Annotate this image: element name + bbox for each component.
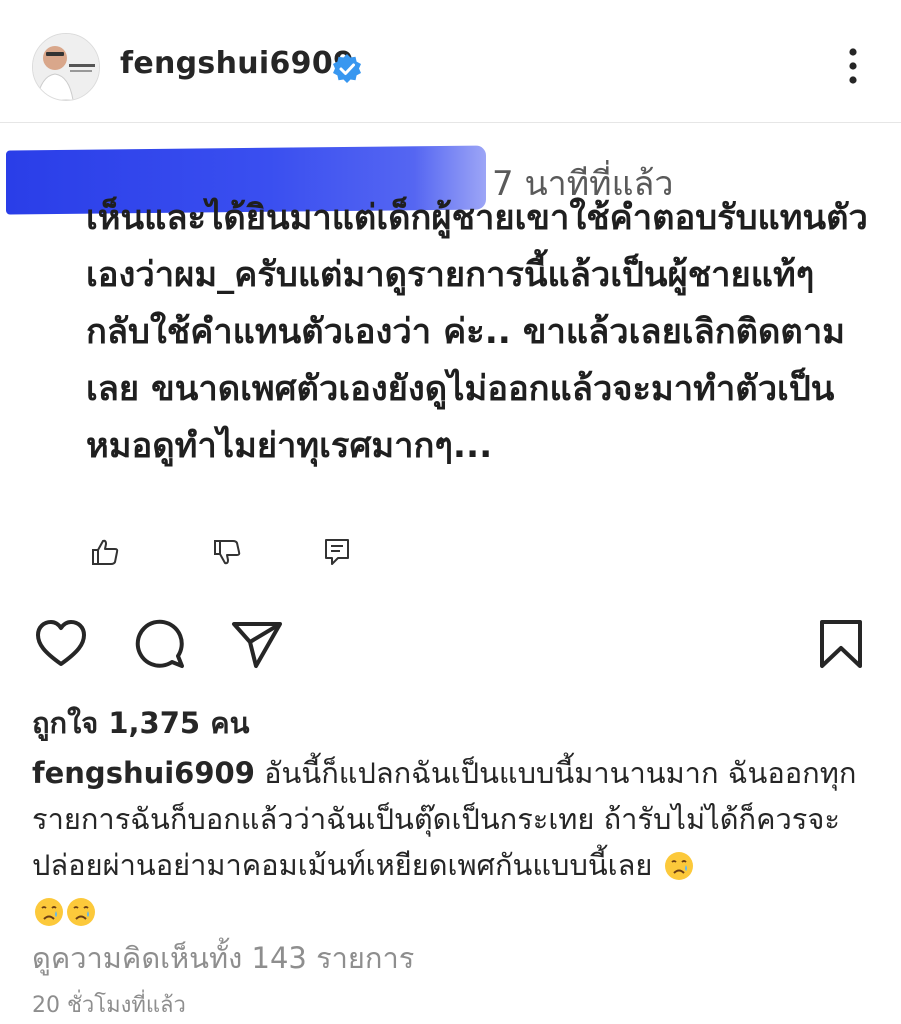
- post-header: fengshui6909: [0, 0, 901, 123]
- reply-icon: [325, 539, 349, 565]
- more-options-icon[interactable]: [836, 44, 870, 88]
- comment-text: เห็นและได้ยินมาแต่เด็กผู้ชายเขาใช้คำตอบร…: [86, 198, 868, 466]
- bookmark-icon[interactable]: [818, 618, 864, 670]
- share-icon[interactable]: [230, 618, 284, 670]
- post-caption: fengshui6909 อันนี้ก็แปลกฉันเป็นแบบนี้มา…: [32, 750, 882, 934]
- post-image-comment: 7 นาทีที่แล้ว เห็นและได้ยินมาแต่เด็กผู้ช…: [0, 122, 901, 592]
- post-username[interactable]: fengshui6909: [120, 46, 354, 81]
- verified-badge-icon: [333, 54, 361, 83]
- likes-count[interactable]: ถูกใจ 1,375 คน: [32, 700, 249, 746]
- caption-username[interactable]: fengshui6909: [32, 756, 255, 790]
- comment-icon[interactable]: [132, 618, 186, 670]
- thumbs-up-icon: [92, 539, 119, 565]
- heart-icon[interactable]: [34, 618, 88, 670]
- crying-face-emoji: [35, 898, 63, 926]
- crying-face-emoji: [664, 852, 693, 880]
- post-time-ago: 20 ชั่วโมงที่แล้ว: [32, 993, 186, 1018]
- thumbs-down-icon: [214, 540, 241, 565]
- crying-face-emoji: [67, 898, 95, 926]
- profile-avatar[interactable]: [32, 33, 100, 101]
- avatar-image: [33, 34, 99, 100]
- view-all-comments-link[interactable]: ดูความคิดเห็นทั้ง 143 รายการ: [32, 935, 414, 981]
